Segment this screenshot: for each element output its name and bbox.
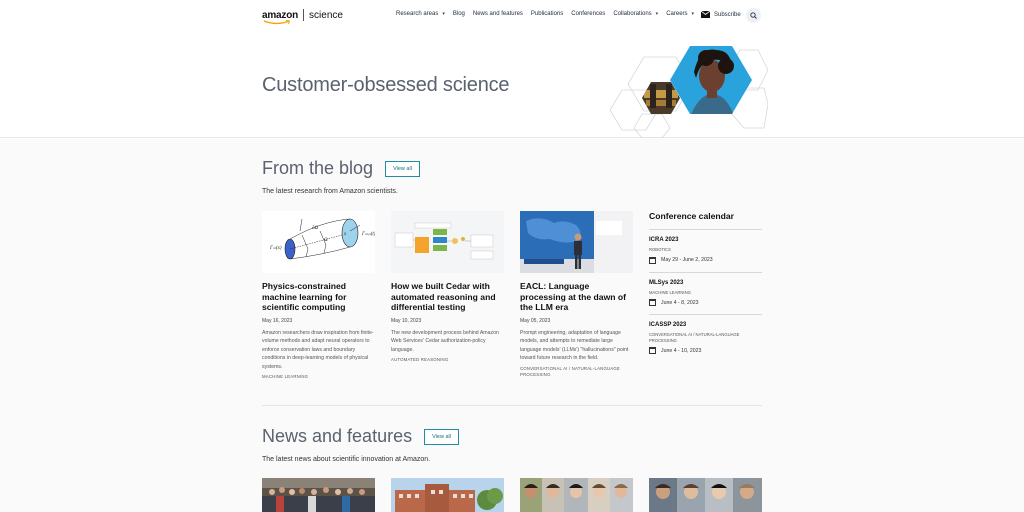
- envelope-icon: [701, 11, 710, 18]
- blog-section-subtitle: The latest research from Amazon scientis…: [262, 188, 398, 195]
- nav-label: Blog: [452, 11, 465, 17]
- news-thumbnail-building[interactable]: [391, 478, 504, 512]
- conference-tag: ROBOTICS: [649, 247, 671, 252]
- conference-item[interactable]: MLSys 2023 MACHINE LEARNING June 4 - 8, …: [649, 273, 762, 315]
- hero-title: Customer-obsessed science: [262, 74, 510, 96]
- logo-science-text: science: [309, 9, 343, 21]
- news-thumbnail-researchers[interactable]: [649, 478, 762, 512]
- blog-section-title: From the blog: [262, 158, 374, 178]
- nav-conferences[interactable]: Conferences: [571, 11, 605, 17]
- calendar-icon: [649, 347, 656, 354]
- group-photo-image: [262, 478, 375, 512]
- nav-label: Conferences: [571, 11, 606, 17]
- conference-name[interactable]: ICASSP 2023: [649, 322, 762, 328]
- conference-item[interactable]: ICRA 2023 ROBOTICS May 29 - June 2, 2023: [649, 230, 762, 273]
- logo-divider: [303, 9, 305, 21]
- building-photo-image: [391, 478, 504, 512]
- blog-card[interactable]: Γₘ(x) Γₘᵢₙ(t) ∂Ω Ω x Physics-constrained…: [262, 211, 375, 380]
- search-icon: [750, 12, 757, 19]
- conference-date-row: June 4 - 10, 2023: [649, 347, 762, 354]
- content-background: [0, 139, 1024, 512]
- news-thumbnail-portraits[interactable]: [520, 478, 633, 512]
- nav-label: News and features: [472, 11, 523, 17]
- eacl-conference-photo: [520, 211, 633, 273]
- conference-tag: CONVERSATIONAL AI / NATURAL-LANGUAGE PRO…: [649, 332, 740, 343]
- calendar-icon: [649, 299, 656, 306]
- blog-card[interactable]: EACL: Language processing at the dawn of…: [520, 211, 633, 378]
- nav-label: Collaborations: [613, 11, 652, 17]
- chevron-down-icon: ▾: [691, 11, 695, 17]
- nav-blog[interactable]: Blog: [453, 11, 465, 17]
- news-thumbnail-group-photo[interactable]: [262, 478, 375, 512]
- card-tag[interactable]: MACHINE LEARNING: [262, 374, 375, 380]
- conference-tag: MACHINE LEARNING: [649, 289, 691, 295]
- calendar-icon: [649, 256, 656, 264]
- svg-text:Γₘ(x): Γₘ(x): [269, 246, 282, 251]
- nav-collaborations[interactable]: Collaborations ▾: [613, 11, 658, 17]
- conference-calendar-title: Conference calendar: [649, 211, 762, 230]
- card-date: May 05, 2023: [520, 317, 551, 324]
- card-description: The new development process behind Amazo…: [391, 329, 499, 353]
- section-divider: [262, 405, 762, 406]
- svg-text:Γₘᵢₙ(t): Γₘᵢₙ(t): [361, 232, 375, 237]
- researchers-grid-image: [649, 478, 762, 512]
- card-tag[interactable]: AUTOMATED REASONING: [391, 357, 504, 363]
- main-nav: Research areas ▾ Blog News and features …: [396, 11, 702, 17]
- card-title[interactable]: EACL: Language processing at the dawn of…: [520, 281, 633, 313]
- nav-research-areas[interactable]: Research areas ▾: [396, 11, 445, 17]
- smile-icon: [263, 20, 291, 25]
- card-tag[interactable]: CONVERSATIONAL AI / NATURAL-LANGUAGE PRO…: [520, 366, 633, 378]
- card-image: Γₘ(x) Γₘᵢₙ(t) ∂Ω Ω x: [262, 211, 375, 273]
- card-description: Amazon researchers draw inspiration from…: [262, 329, 374, 370]
- conference-calendar: Conference calendar ICRA 2023 ROBOTICS M…: [649, 211, 762, 362]
- card-date: May 16, 2023: [262, 317, 293, 324]
- subscribe-link[interactable]: Subscribe: [701, 11, 741, 18]
- conference-item[interactable]: ICASSP 2023 CONVERSATIONAL AI / NATURAL-…: [649, 315, 762, 362]
- conference-date-row: June 4 - 8, 2023: [649, 299, 762, 306]
- nav-publications[interactable]: Publications: [531, 11, 563, 17]
- card-description: Prompt engineering, adaptation of langua…: [520, 329, 629, 362]
- nav-label: Publications: [530, 11, 564, 17]
- card-title[interactable]: Physics-constrained machine learning for…: [262, 281, 375, 313]
- amazon-science-logo[interactable]: amazon science: [262, 9, 343, 25]
- cedar-flow-diagram-image: [391, 211, 504, 273]
- conference-date: June 4 - 8, 2023: [661, 299, 699, 306]
- portrait-grid-image: [520, 478, 633, 512]
- logo-amazon-text: amazon: [262, 9, 299, 21]
- news-view-all-button[interactable]: View all: [424, 428, 459, 445]
- hero-banner: Customer-obsessed science: [0, 32, 1024, 138]
- blog-view-all-button[interactable]: View all: [385, 160, 420, 177]
- chevron-down-icon: ▾: [442, 11, 445, 17]
- svg-text:∂Ω: ∂Ω: [312, 225, 318, 231]
- nav-careers[interactable]: Careers ▾: [666, 11, 694, 17]
- nav-news-and-features[interactable]: News and features: [473, 11, 523, 17]
- blog-card[interactable]: How we built Cedar with automated reason…: [391, 211, 504, 363]
- card-image: [520, 211, 633, 273]
- site-header: amazon science Research areas ▾ Blog New…: [0, 0, 1024, 32]
- search-button[interactable]: [746, 8, 761, 23]
- conference-date: May 29 - June 2, 2023: [661, 257, 713, 263]
- conference-name[interactable]: ICRA 2023: [649, 237, 762, 243]
- conference-date-row: May 29 - June 2, 2023: [649, 256, 762, 264]
- svg-text:Ω: Ω: [324, 238, 328, 243]
- physics-diagram-image: Γₘ(x) Γₘᵢₙ(t) ∂Ω Ω x: [269, 218, 375, 260]
- conference-date: June 4 - 10, 2023: [661, 347, 702, 354]
- card-date: May 10, 2023: [391, 317, 422, 324]
- card-title[interactable]: How we built Cedar with automated reason…: [391, 281, 504, 313]
- news-section-subtitle: The latest news about scientific innovat…: [262, 456, 431, 463]
- news-section-title: News and features: [262, 426, 413, 446]
- news-section-header: News and features View all: [262, 426, 459, 447]
- card-image: [391, 211, 504, 273]
- hero-hexagon-collage: [609, 46, 768, 138]
- chevron-down-icon: ▾: [655, 11, 659, 17]
- nav-label: Research areas: [396, 11, 439, 17]
- conference-name[interactable]: MLSys 2023: [649, 280, 762, 286]
- subscribe-label: Subscribe: [714, 11, 741, 18]
- blog-section-header: From the blog View all: [262, 158, 420, 179]
- nav-label: Careers: [666, 11, 688, 17]
